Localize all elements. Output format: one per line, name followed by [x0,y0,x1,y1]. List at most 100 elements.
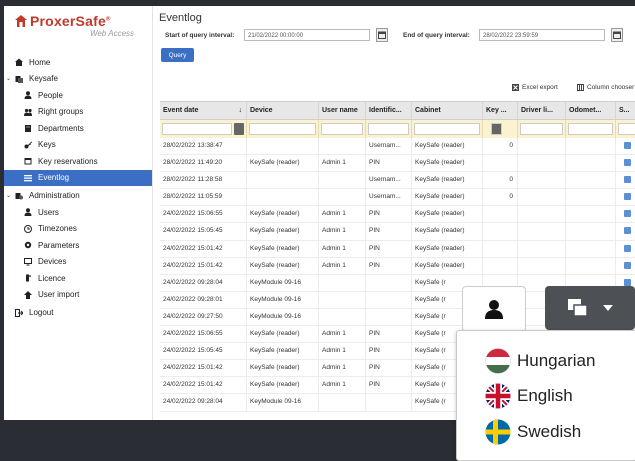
sidebar-item-departments[interactable]: Departments [4,120,152,136]
table-cell [566,172,616,189]
table-cell: 24/02/2022 15:05:45 [160,343,247,360]
language-option-hungarian[interactable]: Hungarian [485,348,595,374]
table-cell: 0 [483,189,518,206]
start-interval-label: Start of query interval: [165,32,235,39]
column-header[interactable]: S... [616,102,635,119]
table-cell: 24/02/2022 15:01:42 [160,377,247,394]
user-button[interactable] [462,286,526,332]
query-button[interactable]: Query [161,48,194,62]
table-cell [616,258,635,274]
table-cell: PIN [366,155,412,172]
column-header[interactable]: Cabinet [412,102,483,119]
filter-input[interactable] [162,123,232,135]
row-select-icon[interactable] [624,142,631,149]
table-cell: PIN [366,223,412,240]
filter-input[interactable] [618,123,635,135]
sidebar-item-user-import[interactable]: User import [4,287,152,303]
table-row[interactable]: 28/02/2022 11:28:58 Usernam... KeySafe (re… [160,172,635,190]
sidebar-item-timezones[interactable]: Timezones [4,221,152,237]
sidebar-item-home[interactable]: Home [4,54,152,70]
column-header-label: Device [250,107,273,114]
table-row[interactable]: 24/02/2022 15:06:55 KeySafe (reader) Admin… [160,206,635,224]
filter-input[interactable] [491,123,502,135]
table-row[interactable]: 28/02/2022 11:49:20 KeySafe (reader) Admin… [160,155,635,173]
table-cell [616,241,635,257]
language-option-english[interactable]: English [485,383,573,409]
table-cell: PIN [366,360,412,377]
filter-row [160,120,635,138]
sidebar-item-eventlog[interactable]: Eventlog [4,169,152,186]
column-header[interactable]: Event date ↓ [160,102,247,119]
table-row[interactable]: 24/02/2022 15:05:45 KeySafe (reader) Admin… [160,223,635,241]
language-option-swedish[interactable]: Swedish [485,419,581,445]
row-select-icon[interactable] [624,193,631,201]
expand-toggle-icon[interactable]: ⌄ [4,75,13,82]
end-interval-input[interactable]: 28/02/2022 23:59:59 [479,29,605,41]
table-cell: PIN [366,257,412,274]
table-cell: KeyModule 09-16 [247,308,319,326]
table-cell [319,189,366,206]
column-header[interactable]: Key ... [483,102,518,119]
table-row[interactable]: 28/02/2022 11:05:59 Usernam... KeySafe (re… [160,189,635,207]
sidebar-item-parameters[interactable]: Parameters [4,237,152,253]
column-header[interactable]: User name [319,102,366,119]
sidebar-item-licence[interactable]: Licence [4,270,152,286]
admin-icon [13,192,25,200]
user-icon [485,300,503,319]
filter-input[interactable] [568,123,613,135]
row-select-icon[interactable] [624,210,631,218]
sidebar-item-keysafe[interactable]: ⌄ Keysafe [4,71,152,87]
column-header[interactable]: Identific... [366,102,412,119]
row-select-icon[interactable] [624,261,631,269]
row-select-icon[interactable] [624,176,631,184]
table-row[interactable]: 24/02/2022 15:01:42 KeySafe (reader) Admin… [160,240,635,258]
sidebar-item-users[interactable]: Users [4,204,152,220]
sidebar-item-key-reservations[interactable]: Key reservations [4,153,152,169]
filter-input[interactable] [414,123,480,135]
table-cell: 24/02/2022 15:05:45 [160,223,247,240]
table-cell: Usernam... [366,189,412,206]
calendar-icon [613,31,621,39]
table-cell: 24/02/2022 09:28:04 [160,394,247,411]
table-cell: Admin 1 [319,155,366,172]
row-select-icon[interactable] [624,159,631,167]
column-header[interactable]: Driver li... [518,102,566,119]
sidebar-item-keys[interactable]: Keys [4,137,152,153]
end-calendar-button[interactable] [611,28,623,42]
table-row[interactable]: 24/02/2022 15:01:42 KeySafe (reader) Admin… [160,257,635,275]
table-cell: Usernam... [366,172,412,189]
row-select-icon[interactable] [624,227,631,235]
filter-input[interactable] [520,123,563,135]
brand-name: ProxerSafe® [30,13,111,29]
column-header[interactable]: Device [247,102,319,119]
expand-toggle-icon[interactable]: ⌄ [4,192,13,199]
logout-icon [13,308,25,317]
clock-icon [22,224,34,233]
table-cell [518,172,566,189]
sidebar-item-right-groups[interactable]: Right groups [4,104,152,120]
sidebar-item-logout[interactable]: Logout [4,305,152,321]
excel-export-button[interactable]: Excel export [512,84,558,91]
table-cell [616,138,635,154]
column-header[interactable]: Odomet... [566,102,616,119]
sidebar-item-people[interactable]: People [4,87,152,103]
row-select-icon[interactable] [624,244,631,252]
filter-input[interactable] [368,123,409,135]
table-cell [247,138,319,155]
start-calendar-button[interactable] [376,28,388,42]
chevron-down-icon [603,305,613,311]
filter-input[interactable] [249,123,316,135]
row-select-icon[interactable] [624,278,631,286]
table-cell [366,394,412,411]
table-cell: Admin 1 [319,223,366,240]
filter-calendar-button[interactable] [234,123,244,135]
start-interval-input[interactable]: 21/02/2022 00:00:00 [244,29,370,41]
language-button[interactable] [545,286,635,330]
sidebar-item-devices[interactable]: Devices [4,254,152,270]
filter-input[interactable] [321,123,363,135]
column-chooser-button[interactable]: Column chooser [577,84,634,91]
sidebar-item-label: Logout [29,308,54,317]
table-cell [566,240,616,257]
sidebar-item-administration[interactable]: ⌄ Administration [4,188,152,204]
table-row[interactable]: 28/02/2022 13:38:47 Usernam... KeySafe (re… [160,138,635,156]
